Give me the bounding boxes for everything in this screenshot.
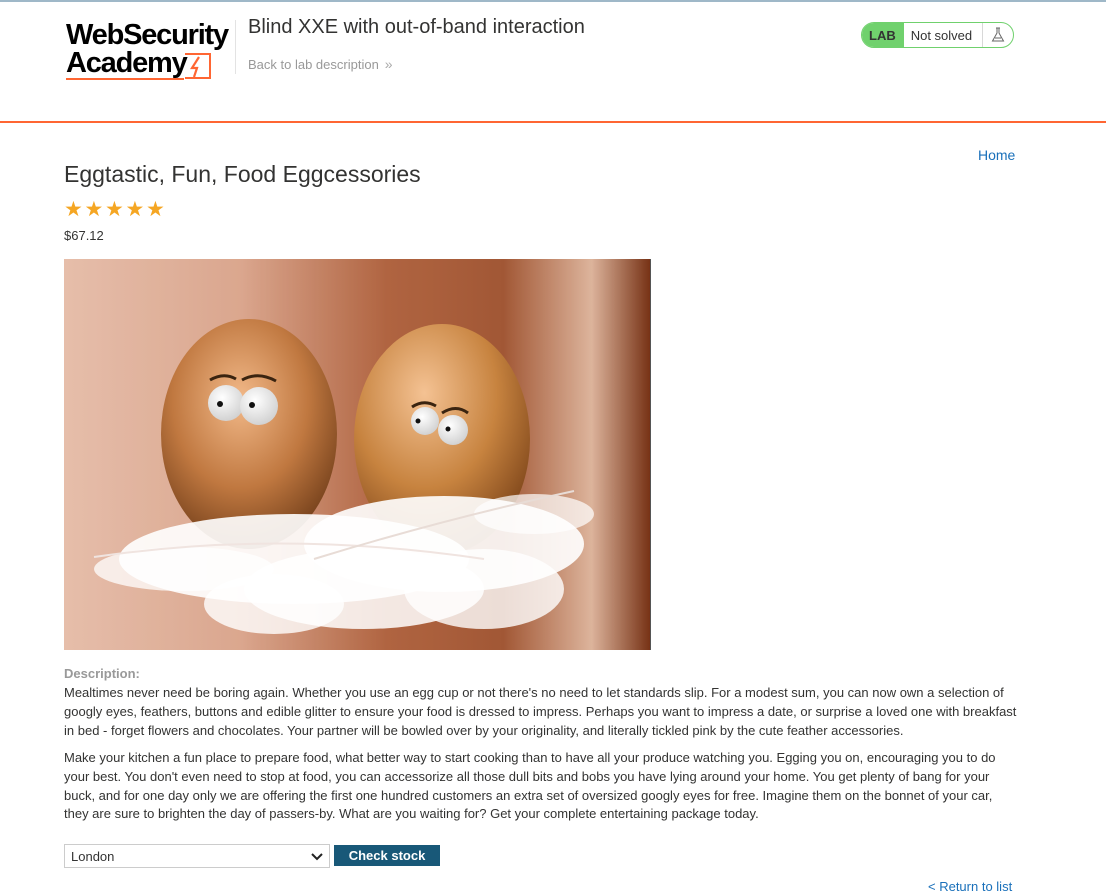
- description-paragraph-1: Mealtimes never need be boring again. Wh…: [64, 685, 1017, 738]
- product-price: $67.12: [64, 228, 104, 243]
- star-icon: ★: [105, 198, 124, 221]
- lab-title: Blind XXE with out-of-band interaction: [248, 16, 585, 38]
- lab-header: WebSecurity Academy Blind XXE with out-o…: [0, 2, 1106, 123]
- star-icon: ★: [125, 198, 145, 221]
- home-link[interactable]: Home: [978, 147, 1015, 163]
- star-icon: ★: [64, 198, 83, 221]
- logo-line-2: Academy: [66, 47, 188, 79]
- lab-status-text: Not solved: [910, 27, 973, 43]
- star-icon: ★: [146, 198, 165, 221]
- star-rating: ★★★★★: [64, 199, 167, 221]
- description-label: Description:: [64, 666, 140, 681]
- lightning-bolt-icon: [185, 53, 211, 79]
- double-chevron-right-icon: »: [384, 56, 393, 72]
- product-image: [64, 259, 651, 650]
- web-security-academy-logo[interactable]: WebSecurity Academy: [66, 20, 236, 82]
- selected-store: London: [71, 848, 115, 864]
- lab-badge: LAB: [862, 23, 904, 47]
- back-link-label: Back to lab description: [248, 57, 379, 72]
- description-paragraph-2: Make your kitchen a fun place to prepare…: [64, 750, 996, 822]
- check-stock-button[interactable]: Check stock: [334, 845, 440, 866]
- store-select[interactable]: London: [64, 844, 330, 868]
- chevron-down-icon: [311, 849, 323, 864]
- header-divider: [235, 20, 236, 74]
- lab-status-widget: LAB Not solved: [861, 22, 1014, 48]
- logo-line-1: WebSecurity: [66, 19, 229, 51]
- star-icon: ★: [84, 198, 104, 221]
- return-to-list-link[interactable]: < Return to list: [928, 879, 1012, 894]
- logo-underline: [66, 78, 184, 80]
- product-title: Eggtastic, Fun, Food Eggcessories: [64, 161, 421, 187]
- back-to-lab-description-link[interactable]: Back to lab description »: [248, 56, 393, 72]
- flask-icon: [982, 23, 1013, 47]
